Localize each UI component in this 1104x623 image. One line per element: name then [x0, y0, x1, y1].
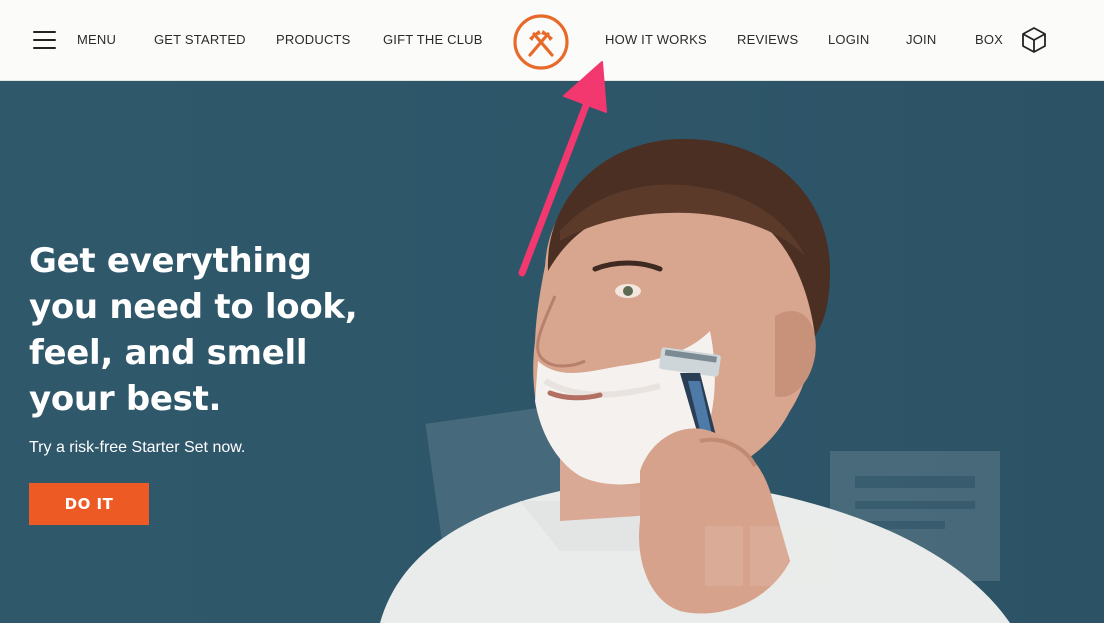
- hero-subtext: Try a risk-free Starter Set now.: [29, 439, 246, 456]
- nav-menu-link[interactable]: MENU: [77, 32, 116, 47]
- nav-gift-the-club[interactable]: GIFT THE CLUB: [383, 32, 483, 47]
- nav-get-started[interactable]: GET STARTED: [154, 32, 246, 47]
- hero-section: Get everything you need to look, feel, a…: [0, 81, 1104, 623]
- nav-products[interactable]: PRODUCTS: [276, 32, 351, 47]
- nav-login[interactable]: LOGIN: [828, 32, 869, 47]
- hero-headline: Get everything you need to look, feel, a…: [29, 241, 358, 419]
- do-it-button[interactable]: DO IT: [29, 483, 149, 525]
- nav-reviews[interactable]: REVIEWS: [737, 32, 798, 47]
- nav-join[interactable]: JOIN: [906, 32, 936, 47]
- top-nav: MENU GET STARTED PRODUCTS GIFT THE CLUB …: [0, 0, 1104, 81]
- nav-box[interactable]: BOX: [975, 32, 1003, 47]
- crossed-hammers-logo[interactable]: [512, 13, 570, 71]
- hamburger-icon[interactable]: [33, 29, 56, 51]
- nav-how-it-works[interactable]: HOW IT WORKS: [605, 32, 707, 47]
- cube-box-icon[interactable]: [1020, 26, 1048, 54]
